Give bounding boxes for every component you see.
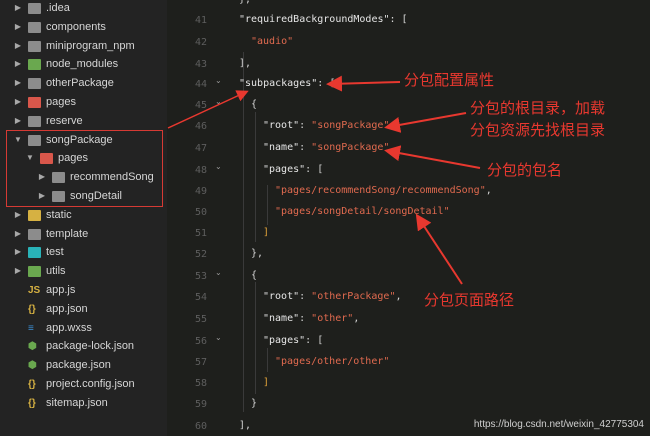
annotation-arrows [167, 75, 481, 285]
arrow-to-root [384, 112, 467, 133]
watermark: https://blog.csdn.net/weixin_42775304 [473, 419, 644, 430]
arrow-to-subpackages [326, 75, 401, 92]
arrow-to-page-path [415, 213, 463, 285]
arrow-to-sidebar [167, 90, 249, 129]
arrow-to-name [384, 145, 481, 169]
